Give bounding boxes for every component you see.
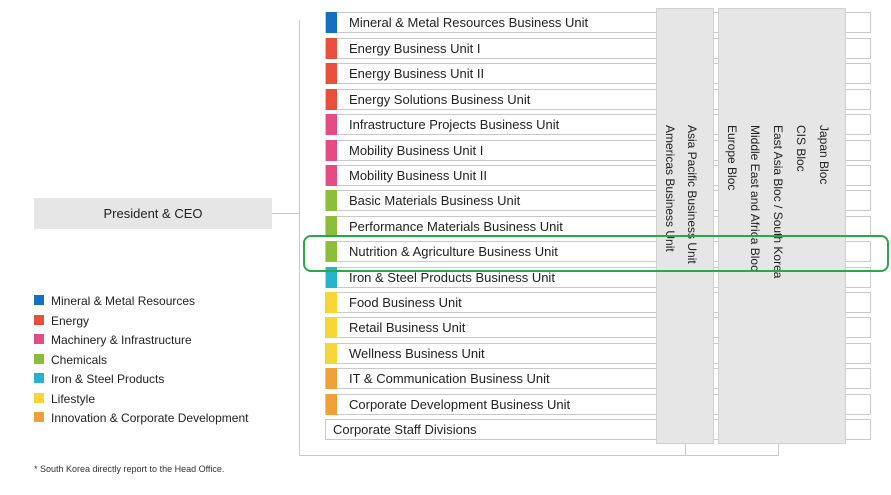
business-unit-label: Energy Business Unit II <box>349 66 485 81</box>
unit-color-swatch <box>326 114 337 135</box>
legend-swatch <box>34 393 44 403</box>
legend-swatch <box>34 315 44 325</box>
business-unit-label: Energy Solutions Business Unit <box>349 92 531 107</box>
unit-color-swatch <box>326 63 337 84</box>
business-unit-label: Infrastructure Projects Business Unit <box>349 117 560 132</box>
business-unit-label: Energy Business Unit I <box>349 41 481 56</box>
region-column-blocs: Europe Bloc Middle East and Africa Bloc … <box>718 8 846 444</box>
legend-swatch <box>34 412 44 422</box>
region-label: Japan Bloc <box>817 125 831 185</box>
region-column-business-units: Americas Business Unit Asia Pacific Busi… <box>656 8 714 444</box>
business-unit-label: Performance Materials Business Unit <box>349 219 563 234</box>
legend-label: Machinery & Infrastructure <box>51 333 192 347</box>
bottom-line <box>299 455 779 456</box>
business-unit-label: Basic Materials Business Unit <box>349 193 521 208</box>
business-unit-label: Iron & Steel Products Business Unit <box>349 270 555 285</box>
business-unit-label: Wellness Business Unit <box>349 346 485 361</box>
legend-label: Iron & Steel Products <box>51 372 165 386</box>
unit-color-swatch <box>326 12 337 33</box>
unit-color-swatch <box>326 38 337 59</box>
legend-label: Innovation & Corporate Development <box>51 411 249 425</box>
legend-swatch <box>34 334 44 344</box>
business-unit-label: Food Business Unit <box>349 295 462 310</box>
business-unit-label: IT & Communication Business Unit <box>349 371 550 386</box>
unit-color-swatch <box>326 394 337 415</box>
legend-swatch <box>34 354 44 364</box>
region-label: Americas Business Unit <box>663 125 677 252</box>
business-unit-label: Retail Business Unit <box>349 320 466 335</box>
unit-color-swatch <box>326 292 337 313</box>
unit-color-swatch <box>326 343 337 364</box>
unit-color-swatch <box>326 89 337 110</box>
ceo-connector <box>272 213 300 214</box>
legend-label: Chemicals <box>51 353 108 367</box>
corporate-staff-label: Corporate Staff Divisions <box>333 422 477 437</box>
highlight-box <box>303 235 889 272</box>
unit-color-swatch <box>326 368 337 389</box>
business-unit-label: Corporate Development Business Unit <box>349 397 571 412</box>
region-label: Europe Bloc <box>725 125 739 191</box>
unit-color-swatch <box>326 317 337 338</box>
business-unit-label: Mineral & Metal Resources Business Unit <box>349 15 589 30</box>
legend-swatch <box>34 373 44 383</box>
unit-color-swatch <box>326 190 337 211</box>
legend-swatch <box>34 295 44 305</box>
business-unit-label: Mobility Business Unit I <box>349 143 484 158</box>
president-ceo-label: President & CEO <box>103 206 203 221</box>
legend-label: Mineral & Metal Resources <box>51 294 196 308</box>
legend-label: Lifestyle <box>51 392 96 406</box>
unit-color-swatch <box>326 165 337 186</box>
unit-color-swatch <box>326 140 337 161</box>
region-label: CIS Bloc <box>794 125 808 172</box>
legend-label: Energy <box>51 314 90 328</box>
unit-color-swatch <box>326 216 337 237</box>
president-ceo-box: President & CEO <box>34 198 272 229</box>
footnote: * South Korea directly report to the Hea… <box>34 464 225 474</box>
business-unit-label: Mobility Business Unit II <box>349 168 487 183</box>
trunk-line <box>299 20 300 456</box>
